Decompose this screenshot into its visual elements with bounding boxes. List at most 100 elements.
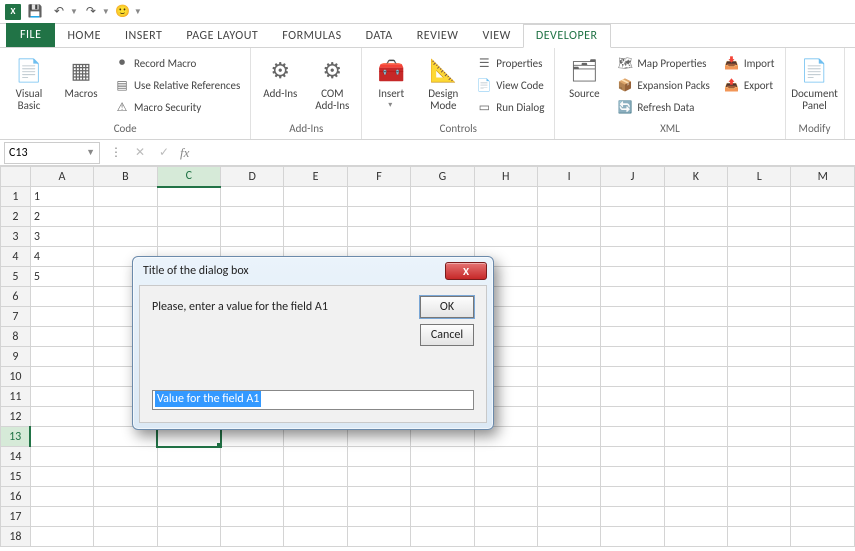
column-header-M[interactable]: M (791, 167, 855, 187)
cancel-formula-icon[interactable]: ✕ (128, 145, 152, 160)
cell-M17[interactable] (791, 507, 855, 527)
cell-L16[interactable] (728, 487, 791, 507)
cell-K13[interactable] (664, 427, 727, 447)
cell-C17[interactable] (157, 507, 220, 527)
redo-icon[interactable]: ↷ (80, 1, 102, 23)
cell-L5[interactable] (728, 267, 791, 287)
cell-J4[interactable] (601, 247, 664, 267)
cell-E15[interactable] (284, 467, 347, 487)
cell-B15[interactable] (94, 467, 157, 487)
cell-G17[interactable] (411, 507, 474, 527)
design-mode-button[interactable]: 📐Design Mode (420, 52, 466, 120)
cell-J5[interactable] (601, 267, 664, 287)
cell-E17[interactable] (284, 507, 347, 527)
cell-A16[interactable] (30, 487, 93, 507)
cell-L18[interactable] (728, 527, 791, 547)
cell-D15[interactable] (221, 467, 284, 487)
cell-E18[interactable] (284, 527, 347, 547)
cell-J11[interactable] (601, 387, 664, 407)
insert-control-button[interactable]: 🧰Insert▾ (368, 52, 414, 120)
row-header-15[interactable]: 15 (1, 467, 31, 487)
cell-F17[interactable] (347, 507, 410, 527)
cell-E16[interactable] (284, 487, 347, 507)
row-header-3[interactable]: 3 (1, 227, 31, 247)
cell-A11[interactable] (30, 387, 93, 407)
cell-B14[interactable] (94, 447, 157, 467)
cell-M4[interactable] (791, 247, 855, 267)
cell-K10[interactable] (664, 367, 727, 387)
cell-K8[interactable] (664, 327, 727, 347)
cell-C3[interactable] (157, 227, 220, 247)
fx-icon[interactable]: fx (176, 145, 193, 161)
row-header-9[interactable]: 9 (1, 347, 31, 367)
cell-G3[interactable] (411, 227, 474, 247)
com-addins-button[interactable]: ⚙COM Add-Ins (309, 52, 355, 120)
row-header-18[interactable]: 18 (1, 527, 31, 547)
cell-K3[interactable] (664, 227, 727, 247)
cell-K6[interactable] (664, 287, 727, 307)
name-box[interactable]: ▼ (4, 142, 100, 164)
name-box-dropdown-icon[interactable]: ▼ (86, 147, 95, 158)
cell-L1[interactable] (728, 187, 791, 207)
cell-L3[interactable] (728, 227, 791, 247)
cell-D17[interactable] (221, 507, 284, 527)
cell-K11[interactable] (664, 387, 727, 407)
cell-E1[interactable] (284, 187, 347, 207)
cell-I1[interactable] (537, 187, 600, 207)
export-button[interactable]: 📤Export (720, 74, 779, 96)
cell-J1[interactable] (601, 187, 664, 207)
column-header-K[interactable]: K (664, 167, 727, 187)
cell-I8[interactable] (537, 327, 600, 347)
column-header-G[interactable]: G (411, 167, 474, 187)
dialog-close-button[interactable]: X (445, 262, 487, 280)
cell-J9[interactable] (601, 347, 664, 367)
cell-A2[interactable]: 2 (30, 207, 93, 227)
tab-formulas[interactable]: FORMULAS (270, 25, 353, 47)
cell-J17[interactable] (601, 507, 664, 527)
cell-L9[interactable] (728, 347, 791, 367)
cell-D2[interactable] (221, 207, 284, 227)
cell-G18[interactable] (411, 527, 474, 547)
cell-B17[interactable] (94, 507, 157, 527)
tab-view[interactable]: VIEW (470, 25, 522, 47)
cell-I9[interactable] (537, 347, 600, 367)
visual-basic-button[interactable]: 📄Visual Basic (6, 52, 52, 120)
cell-L12[interactable] (728, 407, 791, 427)
cell-D18[interactable] (221, 527, 284, 547)
row-header-11[interactable]: 11 (1, 387, 31, 407)
column-header-I[interactable]: I (537, 167, 600, 187)
cell-L8[interactable] (728, 327, 791, 347)
document-panel-button[interactable]: 📄Document Panel (792, 52, 838, 120)
use-relative-button[interactable]: ▤Use Relative References (110, 74, 244, 96)
cell-A18[interactable] (30, 527, 93, 547)
cell-A12[interactable] (30, 407, 93, 427)
map-properties-button[interactable]: 🗺Map Properties (613, 52, 713, 74)
row-header-1[interactable]: 1 (1, 187, 31, 207)
dialog-cancel-button[interactable]: Cancel (420, 324, 474, 346)
cell-M8[interactable] (791, 327, 855, 347)
cell-I18[interactable] (537, 527, 600, 547)
cell-H16[interactable] (474, 487, 537, 507)
cell-D14[interactable] (221, 447, 284, 467)
cell-G16[interactable] (411, 487, 474, 507)
cell-J10[interactable] (601, 367, 664, 387)
dialog-titlebar[interactable]: Title of the dialog box X (133, 257, 493, 285)
cell-F2[interactable] (347, 207, 410, 227)
cell-F15[interactable] (347, 467, 410, 487)
cell-J7[interactable] (601, 307, 664, 327)
name-box-input[interactable] (9, 146, 69, 160)
cell-D16[interactable] (221, 487, 284, 507)
undo-icon[interactable]: ↶ (48, 1, 70, 23)
row-header-5[interactable]: 5 (1, 267, 31, 287)
cell-C14[interactable] (157, 447, 220, 467)
emoji-dropdown-icon[interactable]: ▼ (134, 7, 142, 17)
cell-K9[interactable] (664, 347, 727, 367)
cell-A14[interactable] (30, 447, 93, 467)
cell-F14[interactable] (347, 447, 410, 467)
cell-H14[interactable] (474, 447, 537, 467)
cell-I16[interactable] (537, 487, 600, 507)
cell-K15[interactable] (664, 467, 727, 487)
cell-L17[interactable] (728, 507, 791, 527)
cell-I4[interactable] (537, 247, 600, 267)
cell-M1[interactable] (791, 187, 855, 207)
